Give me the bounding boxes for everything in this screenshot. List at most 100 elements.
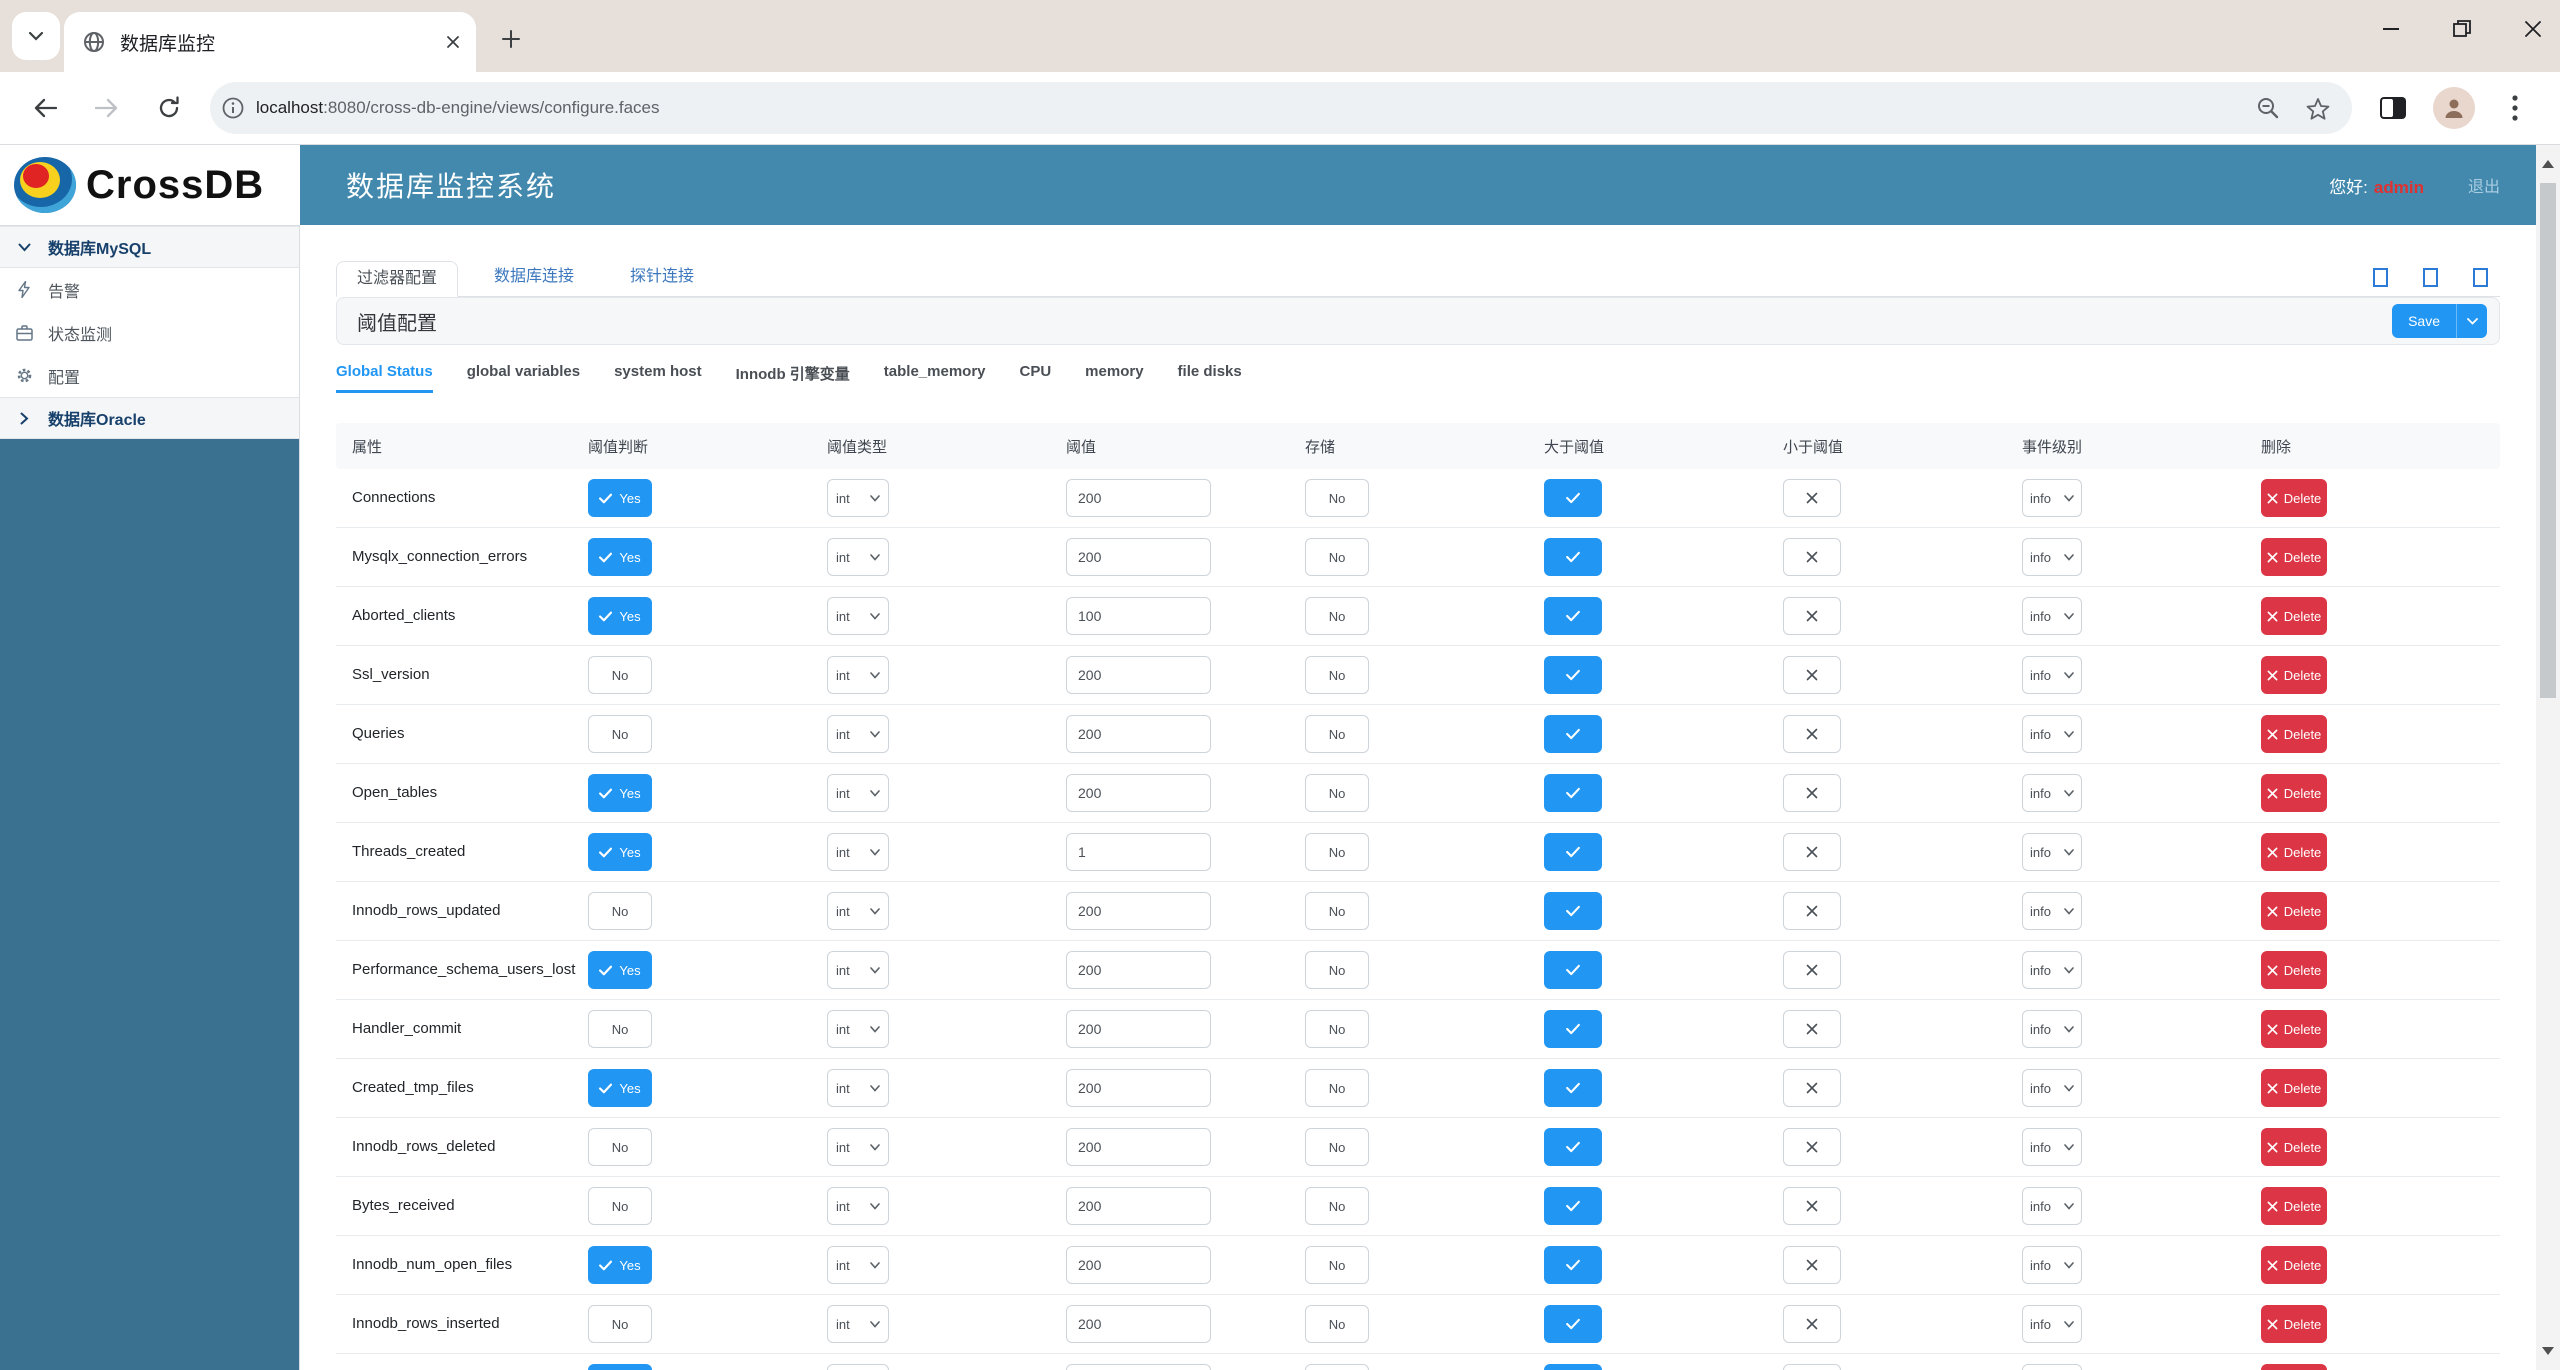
event-level-select[interactable]: info [2022, 1305, 2082, 1343]
threshold-value-input[interactable] [1066, 951, 1211, 989]
threshold-type-select[interactable]: int [827, 774, 889, 812]
store-toggle[interactable]: No [1305, 774, 1369, 812]
less-than-toggle[interactable] [1783, 538, 1841, 576]
event-level-select[interactable]: info [2022, 1364, 2082, 1370]
threshold-judge-toggle[interactable]: Yes [588, 1246, 652, 1284]
threshold-type-select[interactable]: int [827, 1069, 889, 1107]
threshold-type-select[interactable]: int [827, 833, 889, 871]
reload-button[interactable] [147, 86, 191, 130]
window-minimize-button[interactable] [2382, 27, 2400, 31]
threshold-judge-toggle[interactable]: No [588, 1010, 652, 1048]
greater-than-toggle[interactable] [1544, 1128, 1602, 1166]
greater-than-toggle[interactable] [1544, 1246, 1602, 1284]
event-level-select[interactable]: info [2022, 656, 2082, 694]
threshold-judge-toggle[interactable]: Yes [588, 1069, 652, 1107]
bookmark-button[interactable] [2306, 97, 2330, 120]
delete-button[interactable]: Delete [2261, 1246, 2327, 1284]
less-than-toggle[interactable] [1783, 715, 1841, 753]
threshold-judge-toggle[interactable]: No [588, 892, 652, 930]
store-toggle[interactable]: No [1305, 1187, 1369, 1225]
subtab-global-variables[interactable]: global variables [467, 363, 580, 390]
event-level-select[interactable]: info [2022, 833, 2082, 871]
event-level-select[interactable]: info [2022, 1069, 2082, 1107]
window-restore-button[interactable] [2452, 19, 2472, 39]
greater-than-toggle[interactable] [1544, 1305, 1602, 1343]
threshold-value-input[interactable] [1066, 1187, 1211, 1225]
threshold-type-select[interactable]: int [827, 1128, 889, 1166]
threshold-judge-toggle[interactable]: Yes [588, 538, 652, 576]
threshold-type-select[interactable]: int [827, 479, 889, 517]
less-than-toggle[interactable] [1783, 1010, 1841, 1048]
threshold-type-select[interactable]: int [827, 892, 889, 930]
delete-button[interactable]: Delete [2261, 656, 2327, 694]
threshold-judge-toggle[interactable]: No [588, 1187, 652, 1225]
less-than-toggle[interactable] [1783, 833, 1841, 871]
delete-button[interactable]: Delete [2261, 715, 2327, 753]
store-toggle[interactable]: No [1305, 479, 1369, 517]
greater-than-toggle[interactable] [1544, 1069, 1602, 1107]
threshold-value-input[interactable] [1066, 715, 1211, 753]
tab-probe-connection[interactable]: 探针连接 [610, 260, 714, 296]
store-toggle[interactable]: No [1305, 715, 1369, 753]
delete-button[interactable]: Delete [2261, 1187, 2327, 1225]
store-toggle[interactable]: No [1305, 597, 1369, 635]
sidebar-item-status-monitor[interactable]: 状态监测 [0, 311, 299, 354]
less-than-toggle[interactable] [1783, 774, 1841, 812]
subtab-cpu[interactable]: CPU [1020, 363, 1052, 390]
page-scrollbar[interactable] [2536, 145, 2560, 1370]
threshold-judge-toggle[interactable]: Yes [588, 1364, 652, 1370]
delete-button[interactable]: Delete [2261, 538, 2327, 576]
scrollbar-thumb[interactable] [2540, 183, 2556, 698]
threshold-type-select[interactable]: int [827, 1187, 889, 1225]
tab-close-button[interactable] [446, 35, 460, 49]
threshold-judge-toggle[interactable]: Yes [588, 597, 652, 635]
tab-filter-config[interactable]: 过滤器配置 [336, 261, 459, 297]
greater-than-toggle[interactable] [1544, 1010, 1602, 1048]
threshold-type-select[interactable]: int [827, 951, 889, 989]
greater-than-toggle[interactable] [1544, 892, 1602, 930]
less-than-toggle[interactable] [1783, 892, 1841, 930]
threshold-judge-toggle[interactable]: Yes [588, 774, 652, 812]
threshold-type-select[interactable]: int [827, 597, 889, 635]
tab-search-button[interactable] [12, 12, 60, 60]
back-button[interactable] [23, 86, 67, 130]
subtab-table-memory[interactable]: table_memory [884, 363, 986, 390]
toolbar-glyph-icon[interactable] [2373, 268, 2388, 287]
greater-than-toggle[interactable] [1544, 833, 1602, 871]
store-toggle[interactable]: No [1305, 1305, 1369, 1343]
threshold-type-select[interactable]: int [827, 1364, 889, 1370]
store-toggle[interactable]: No [1305, 892, 1369, 930]
greater-than-toggle[interactable] [1544, 1187, 1602, 1225]
greater-than-toggle[interactable] [1544, 479, 1602, 517]
event-level-select[interactable]: info [2022, 892, 2082, 930]
subtab-global-status[interactable]: Global Status [336, 363, 433, 393]
threshold-value-input[interactable] [1066, 656, 1211, 694]
threshold-judge-toggle[interactable]: No [588, 656, 652, 694]
greater-than-toggle[interactable] [1544, 1364, 1602, 1370]
zoom-out-button[interactable] [2256, 96, 2280, 120]
threshold-value-input[interactable] [1066, 538, 1211, 576]
delete-button[interactable]: Delete [2261, 1010, 2327, 1048]
less-than-toggle[interactable] [1783, 951, 1841, 989]
threshold-type-select[interactable]: int [827, 1305, 889, 1343]
threshold-type-select[interactable]: int [827, 538, 889, 576]
threshold-judge-toggle[interactable]: Yes [588, 833, 652, 871]
less-than-toggle[interactable] [1783, 479, 1841, 517]
store-toggle[interactable]: No [1305, 833, 1369, 871]
threshold-value-input[interactable] [1066, 892, 1211, 930]
forward-button[interactable] [85, 86, 129, 130]
less-than-toggle[interactable] [1783, 1128, 1841, 1166]
delete-button[interactable]: Delete [2261, 951, 2327, 989]
scroll-down-arrow-icon[interactable] [2542, 1332, 2554, 1370]
delete-button[interactable]: Delete [2261, 597, 2327, 635]
event-level-select[interactable]: info [2022, 774, 2082, 812]
delete-button[interactable]: Delete [2261, 892, 2327, 930]
delete-button[interactable]: Delete [2261, 774, 2327, 812]
threshold-value-input[interactable] [1066, 1305, 1211, 1343]
greater-than-toggle[interactable] [1544, 597, 1602, 635]
store-toggle[interactable]: No [1305, 1246, 1369, 1284]
tab-database-connection[interactable]: 数据库连接 [474, 260, 594, 296]
greater-than-toggle[interactable] [1544, 715, 1602, 753]
greater-than-toggle[interactable] [1544, 774, 1602, 812]
less-than-toggle[interactable] [1783, 1069, 1841, 1107]
